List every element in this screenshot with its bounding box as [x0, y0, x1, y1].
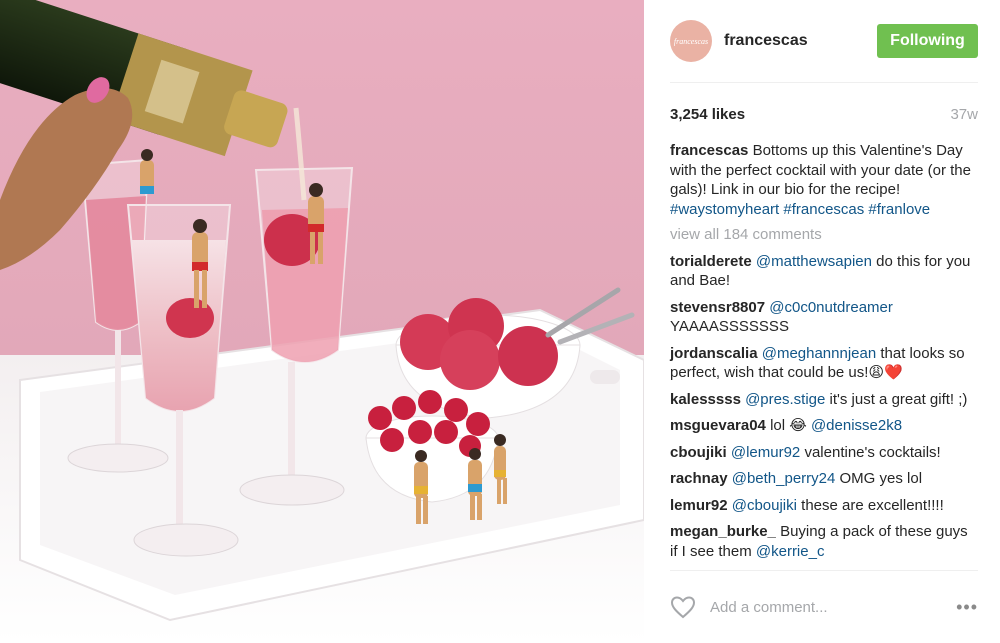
- comment-mention[interactable]: @meghannnjean: [762, 345, 876, 362]
- comment-footer: Add a comment... •••: [670, 570, 978, 643]
- comment-mention[interactable]: @denisse2k8: [811, 417, 902, 434]
- post-photo[interactable]: [0, 0, 644, 643]
- comment-mention[interactable]: @kerrie_c: [756, 543, 825, 560]
- caption: francescas Bottoms up this Valentine's D…: [670, 141, 978, 219]
- list-item: stevensr8807 @c0c0nutdreamer YAAAASSSSSS…: [670, 298, 978, 337]
- caption-hashtags[interactable]: #waystomyheart #francescas #franlove: [670, 201, 930, 218]
- comment-text: valentine's cocktails!: [804, 443, 941, 461]
- list-item: megan_burke_ Buying a pack of these guys…: [670, 522, 978, 561]
- post-header: francescas francescas Following: [670, 0, 978, 83]
- list-item: lemur92 @cboujiki these are excellent!!!…: [670, 496, 978, 516]
- champagne-tray-image: [0, 0, 644, 643]
- following-button[interactable]: Following: [877, 24, 978, 58]
- comment-mention[interactable]: @c0c0nutdreamer: [769, 299, 893, 316]
- list-item: cboujiki @lemur92 valentine's cocktails!: [670, 443, 978, 463]
- comment-user[interactable]: msguevara04: [670, 417, 766, 434]
- more-options-icon[interactable]: •••: [956, 597, 978, 618]
- comment-mention[interactable]: @matthewsapien: [756, 253, 872, 270]
- comment-user[interactable]: rachnay: [670, 470, 728, 487]
- comment-user[interactable]: lemur92: [670, 497, 728, 514]
- instagram-post: francescas francescas Following 3,254 li…: [0, 0, 1000, 643]
- likes-count[interactable]: 3,254 likes: [670, 106, 745, 123]
- post-time[interactable]: 37w: [950, 106, 978, 123]
- comment-user[interactable]: torialderete: [670, 253, 752, 270]
- list-item: torialderete @matthewsapien do this for …: [670, 252, 978, 291]
- comment-mention[interactable]: @cboujiki: [732, 497, 797, 514]
- list-item: jordanscalia @meghannnjean that looks so…: [670, 344, 978, 383]
- comment-mention[interactable]: @beth_perry24: [732, 470, 836, 487]
- comment-user[interactable]: stevensr8807: [670, 299, 765, 316]
- comment-user[interactable]: megan_burke_: [670, 523, 776, 540]
- comment-user[interactable]: jordanscalia: [670, 345, 758, 362]
- avatar[interactable]: francescas: [670, 20, 712, 62]
- heart-icon[interactable]: [670, 595, 696, 619]
- comment-text: YAAAASSSSSSS: [670, 318, 789, 335]
- post-stats: 3,254 likes 37w: [670, 83, 978, 141]
- list-item: rachnay @beth_perry24 OMG yes lol: [670, 469, 978, 489]
- add-comment-input[interactable]: Add a comment...: [710, 599, 956, 616]
- list-item: msguevara04 lol 😂 @denisse2k8: [670, 416, 978, 436]
- comment-text: it's just a great gift! ;): [829, 390, 968, 408]
- comment-text: lol 😂: [770, 417, 807, 434]
- comment-text: OMG yes lol: [839, 470, 923, 487]
- comments-list: francescas Bottoms up this Valentine's D…: [670, 141, 978, 561]
- post-sidebar: francescas francescas Following 3,254 li…: [644, 0, 1000, 643]
- comment-user[interactable]: cboujiki: [670, 444, 727, 461]
- username[interactable]: francescas: [724, 32, 877, 50]
- comment-mention[interactable]: @lemur92: [731, 444, 800, 461]
- avatar-text: francescas: [673, 36, 709, 46]
- comment-mention[interactable]: @pres.stige: [745, 391, 825, 408]
- comment-text: these are excellent!!!!: [801, 496, 944, 514]
- view-all-comments-link[interactable]: view all 184 comments: [670, 225, 978, 245]
- comment-user[interactable]: kalesssss: [670, 391, 741, 408]
- caption-user[interactable]: francescas: [670, 142, 748, 159]
- list-item: kalesssss @pres.stige it's just a great …: [670, 390, 978, 410]
